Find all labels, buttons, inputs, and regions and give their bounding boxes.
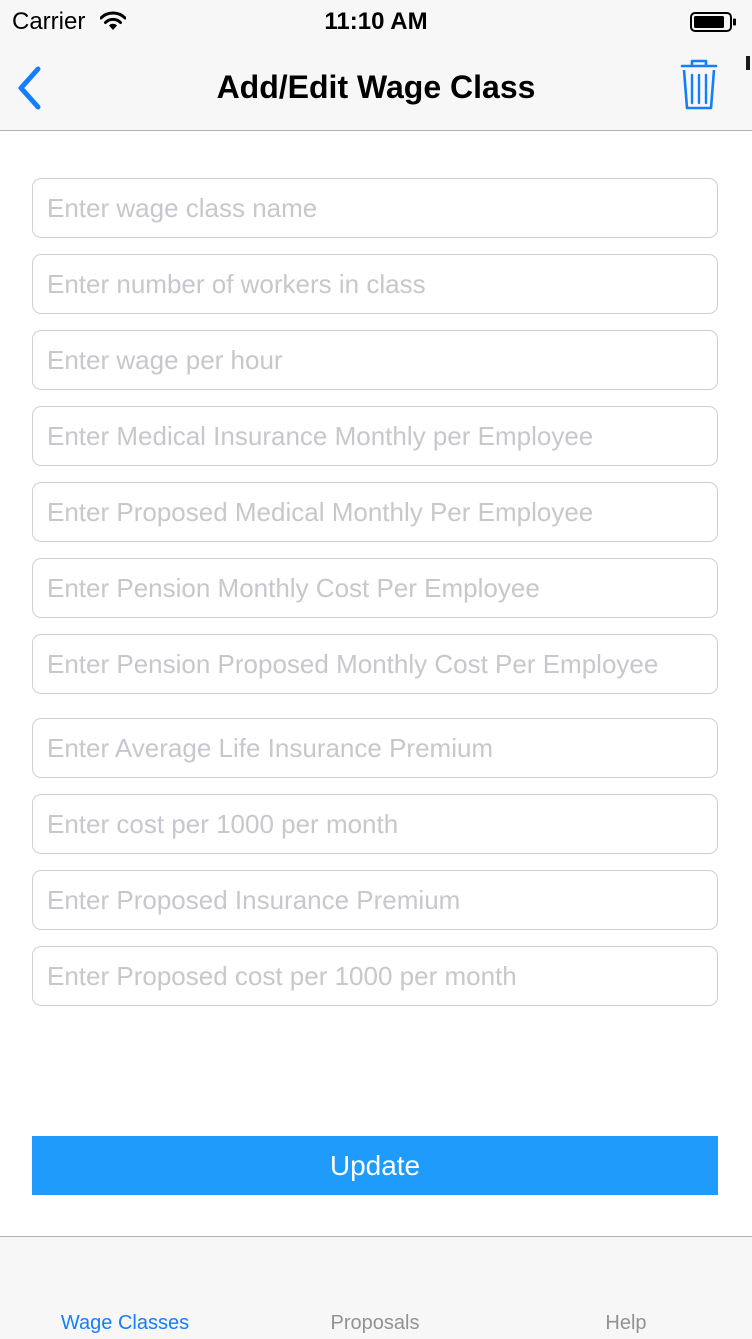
workers-count-input[interactable] — [33, 255, 717, 313]
wage-class-name-field[interactable] — [32, 178, 718, 238]
proposed-medical-input[interactable] — [33, 483, 717, 541]
delete-button[interactable] — [674, 56, 724, 114]
update-button[interactable]: Update — [32, 1136, 718, 1195]
proposed-pension-field[interactable] — [32, 634, 718, 694]
life-insurance-premium-input[interactable] — [33, 719, 717, 777]
page-title: Add/Edit Wage Class — [216, 69, 536, 105]
life-insurance-premium-field[interactable] — [32, 718, 718, 778]
tab-wage-classes[interactable]: Wage Classes — [0, 1237, 250, 1339]
medical-insurance-field[interactable] — [32, 406, 718, 466]
proposed-insurance-premium-input[interactable] — [33, 871, 717, 929]
proposed-cost-per-1000-input[interactable] — [33, 947, 717, 1005]
proposed-cost-per-1000-field[interactable] — [32, 946, 718, 1006]
status-time: 11:10 AM — [324, 8, 428, 35]
cost-per-1000-field[interactable] — [32, 794, 718, 854]
workers-count-field[interactable] — [32, 254, 718, 314]
pension-cost-input[interactable] — [33, 559, 717, 617]
tab-help[interactable]: Help — [500, 1237, 752, 1339]
tab-label: Help — [605, 1312, 647, 1334]
proposed-medical-field[interactable] — [32, 482, 718, 542]
wage-per-hour-input[interactable] — [33, 331, 717, 389]
pension-cost-field[interactable] — [32, 558, 718, 618]
form-content: Update — [0, 131, 752, 1236]
status-bar: Carrier 11:10 AM — [0, 0, 752, 44]
wage-per-hour-field[interactable] — [32, 330, 718, 390]
battery-icon — [690, 12, 738, 32]
tab-proposals[interactable]: Proposals — [250, 1237, 500, 1339]
trash-icon — [680, 59, 718, 110]
navigation-bar: Add/Edit Wage Class — [0, 44, 752, 131]
tab-label: Wage Classes — [60, 1312, 190, 1334]
wage-class-name-input[interactable] — [33, 179, 717, 237]
proposed-pension-input[interactable] — [33, 635, 717, 693]
cost-per-1000-input[interactable] — [33, 795, 717, 853]
edge-marker — [746, 56, 750, 70]
medical-insurance-input[interactable] — [33, 407, 717, 465]
tab-label: Proposals — [330, 1312, 420, 1334]
tab-bar: Wage Classes Proposals Help — [0, 1236, 752, 1339]
proposed-insurance-premium-field[interactable] — [32, 870, 718, 930]
